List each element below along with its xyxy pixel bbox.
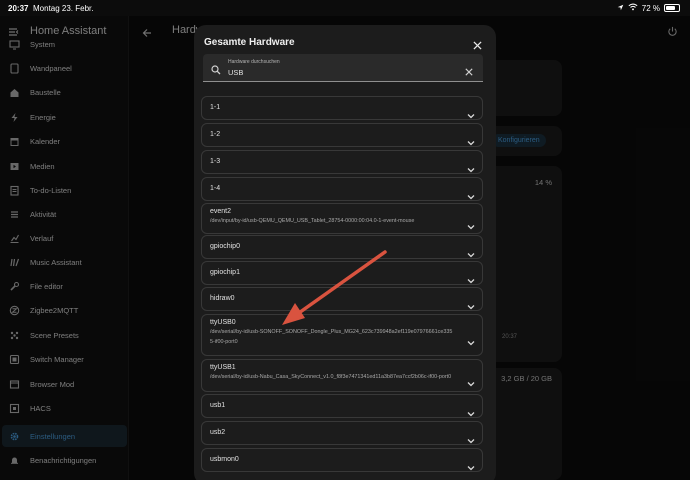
chevron-down-icon[interactable] bbox=[467, 404, 475, 422]
chevron-down-icon[interactable] bbox=[467, 160, 475, 178]
status-time: 20:37 bbox=[8, 4, 29, 13]
chevron-down-icon[interactable] bbox=[467, 106, 475, 124]
hardware-item-name: 1-2 bbox=[210, 131, 221, 138]
hardware-search-field[interactable]: Hardware durchsuchen bbox=[203, 54, 483, 82]
hardware-item-name: hidraw0 bbox=[210, 295, 235, 302]
search-input[interactable] bbox=[228, 68, 428, 77]
hardware-item-name: usbmon0 bbox=[210, 456, 239, 463]
chevron-down-icon[interactable] bbox=[467, 431, 475, 449]
chevron-down-icon[interactable] bbox=[467, 217, 475, 235]
dialog-title: Gesamte Hardware bbox=[204, 37, 295, 48]
hardware-item[interactable]: gpiochip0 bbox=[201, 235, 483, 259]
battery-percent: 72 % bbox=[641, 3, 660, 13]
location-icon bbox=[617, 4, 624, 13]
hardware-item-name: usb1 bbox=[210, 402, 226, 409]
hardware-item-name: ttyUSB0 bbox=[210, 319, 236, 326]
hardware-item[interactable]: usbmon0 bbox=[201, 448, 483, 472]
clear-search-icon[interactable] bbox=[465, 63, 473, 81]
hardware-item-path: /dev/input/by-id/usb-QEMU_QEMU_USB_Table… bbox=[210, 218, 415, 224]
hardware-item[interactable]: 1-3 bbox=[201, 150, 483, 174]
battery-icon bbox=[664, 4, 680, 12]
hardware-item[interactable]: usb2 bbox=[201, 421, 483, 445]
close-icon[interactable] bbox=[473, 37, 482, 55]
hardware-item-name: event2 bbox=[210, 208, 232, 215]
chevron-down-icon[interactable] bbox=[467, 297, 475, 315]
hardware-item-name: 1-3 bbox=[210, 158, 221, 165]
hardware-item[interactable]: 1-1 bbox=[201, 96, 483, 120]
hardware-item[interactable]: hidraw0 bbox=[201, 287, 483, 311]
hardware-item[interactable]: 1-2 bbox=[201, 123, 483, 147]
hardware-item-name: usb2 bbox=[210, 429, 226, 436]
wifi-icon bbox=[628, 3, 638, 13]
search-icon bbox=[211, 62, 221, 80]
hardware-item-path: /dev/serial/by-id/usb-SONOFF_SONOFF_Dong… bbox=[210, 329, 453, 345]
hardware-item[interactable]: gpiochip1 bbox=[201, 261, 483, 285]
hardware-item[interactable]: usb1 bbox=[201, 394, 483, 418]
chevron-down-icon[interactable] bbox=[467, 374, 475, 392]
battery-fill bbox=[666, 6, 675, 10]
status-bar: 20:37 Montag 23. Febr. 72 % bbox=[0, 0, 690, 16]
chevron-down-icon[interactable] bbox=[467, 458, 475, 476]
hardware-item[interactable]: 1-4 bbox=[201, 177, 483, 201]
hardware-item-path: /dev/serial/by-id/usb-Nabu_Casa_SkyConne… bbox=[210, 374, 452, 380]
search-label: Hardware durchsuchen bbox=[228, 59, 280, 65]
hardware-item-name: gpiochip0 bbox=[210, 243, 240, 250]
hardware-item[interactable]: ttyUSB0/dev/serial/by-id/usb-SONOFF_SONO… bbox=[201, 314, 483, 356]
hardware-item-name: 1-1 bbox=[210, 104, 221, 111]
status-date: Montag 23. Febr. bbox=[33, 4, 94, 13]
chevron-down-icon[interactable] bbox=[467, 133, 475, 151]
all-hardware-dialog: Gesamte Hardware Hardware durchsuchen 1-… bbox=[194, 25, 496, 480]
hardware-item-name: ttyUSB1 bbox=[210, 364, 236, 371]
hardware-item-name: 1-4 bbox=[210, 185, 221, 192]
hardware-item-name: gpiochip1 bbox=[210, 269, 240, 276]
chevron-down-icon[interactable] bbox=[467, 333, 475, 351]
hardware-item[interactable]: ttyUSB1/dev/serial/by-id/usb-Nabu_Casa_S… bbox=[201, 359, 483, 392]
status-right: 72 % bbox=[617, 3, 680, 13]
hardware-item[interactable]: event2/dev/input/by-id/usb-QEMU_QEMU_USB… bbox=[201, 203, 483, 234]
